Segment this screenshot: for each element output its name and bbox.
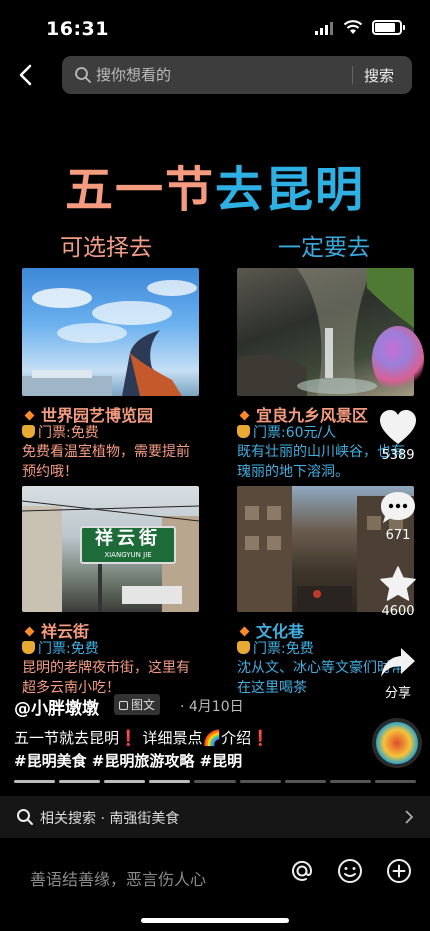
at-icon[interactable] (289, 858, 315, 884)
street-sign: 祥云街 XIANGYUN JIE (80, 526, 176, 564)
ticket-text: 门票:60元/人 (253, 425, 337, 441)
ticket-text: 门票:免费 (38, 641, 99, 657)
diamond-bullet-icon (24, 410, 35, 421)
share-label: 分享 (384, 686, 411, 701)
emoji-icon[interactable] (337, 858, 363, 884)
related-search-bar[interactable]: 相关搜索 · 南强街美食 (0, 796, 430, 838)
plus-icon[interactable] (386, 858, 412, 884)
image-progress-indicator (14, 780, 416, 783)
xiangyun-street-photo: 祥云街 XIANGYUN JIE (22, 486, 199, 612)
right-column-heading: 一定要去 (278, 235, 370, 261)
ticket-text: 门票:免费 (253, 641, 314, 657)
related-search-text: 相关搜索 · 南强街美食 (40, 811, 180, 827)
post-date: · 4月10日 (180, 699, 244, 715)
star-icon (380, 566, 416, 601)
share-icon (381, 648, 415, 677)
money-bag-icon (22, 425, 35, 438)
chevron-right-icon (405, 810, 414, 824)
progress-segment (104, 780, 146, 783)
progress-segment (59, 780, 101, 783)
ticket-wenhua: 门票:免费 (237, 638, 314, 658)
battery-icon (372, 20, 405, 35)
author-name[interactable]: @小胖墩墩 (14, 694, 99, 719)
favorite-button[interactable]: 4600 (376, 566, 420, 619)
ticket-text: 门票:免费 (38, 425, 99, 441)
search-icon (17, 809, 33, 825)
heart-icon (380, 410, 416, 444)
ticket-xiangyun: 门票:免费 (22, 638, 99, 658)
post-hashtags[interactable]: #昆明美食 #昆明旅游攻略 #昆明 (14, 750, 242, 771)
favorite-count: 4600 (381, 604, 415, 619)
poster-title: 五一节去昆明 (0, 150, 430, 220)
progress-segment (149, 780, 191, 783)
ticket-jiuxiang: 门票:60元/人 (237, 422, 336, 442)
post-type-badge: 图文 (114, 694, 161, 715)
progress-segment (14, 780, 56, 783)
status-time: 16:31 (46, 18, 109, 40)
money-bag-icon (237, 641, 250, 654)
comment-count: 671 (385, 528, 411, 543)
search-input[interactable] (96, 56, 346, 94)
back-arrow-icon[interactable] (14, 62, 40, 88)
like-count: 5389 (381, 448, 415, 463)
poster-title-part2: 去昆明 (215, 162, 366, 218)
home-indicator[interactable] (141, 918, 289, 923)
diamond-bullet-icon (24, 626, 35, 637)
progress-segment (329, 780, 371, 783)
search-bar[interactable]: 搜索 (62, 56, 412, 94)
search-divider (352, 66, 353, 84)
comment-button[interactable]: 671 (376, 490, 420, 543)
progress-segment (374, 780, 416, 783)
expo-park-photo (22, 268, 199, 396)
progress-segment (194, 780, 236, 783)
street-sign-chinese: 祥云街 (95, 528, 161, 549)
left-column-heading: 可选择去 (60, 235, 152, 261)
cellular-signal-icon (315, 22, 333, 35)
comment-placeholder[interactable]: 善语结善缘，恶言伤人心 (30, 866, 206, 890)
post-type-text: 图文 (131, 698, 156, 712)
post-caption: 五一节就去昆明❗ 详细景点🌈介绍❗ (14, 729, 270, 747)
comment-input-bar[interactable]: 善语结善缘，恶言伤人心 (0, 846, 430, 906)
share-button[interactable]: 分享 (376, 646, 420, 701)
money-bag-icon (237, 425, 250, 438)
comment-icon (381, 492, 415, 523)
diamond-bullet-icon (239, 410, 250, 421)
street-sign-pinyin: XIANGYUN JIE (104, 551, 152, 559)
search-button[interactable]: 搜索 (364, 65, 394, 86)
progress-segment (284, 780, 326, 783)
music-disc-icon[interactable] (372, 718, 422, 768)
author-avatar[interactable] (372, 326, 424, 392)
search-icon (75, 67, 91, 83)
money-bag-icon (22, 641, 35, 654)
wifi-icon (343, 20, 363, 34)
desc-expo: 免费看温室植物，需要提前预约哦！ (22, 444, 190, 480)
ticket-expo: 门票:免费 (22, 422, 99, 442)
desc-xiangyun: 昆明的老牌夜市街，这里有超多云南小吃！ (22, 660, 190, 696)
progress-segment (239, 780, 281, 783)
image-post-icon (119, 701, 128, 710)
like-button[interactable]: 5389 (376, 410, 420, 463)
status-bar: 16:31 (0, 0, 430, 50)
diamond-bullet-icon (239, 626, 250, 637)
poster-title-part1: 五一节 (64, 162, 215, 218)
